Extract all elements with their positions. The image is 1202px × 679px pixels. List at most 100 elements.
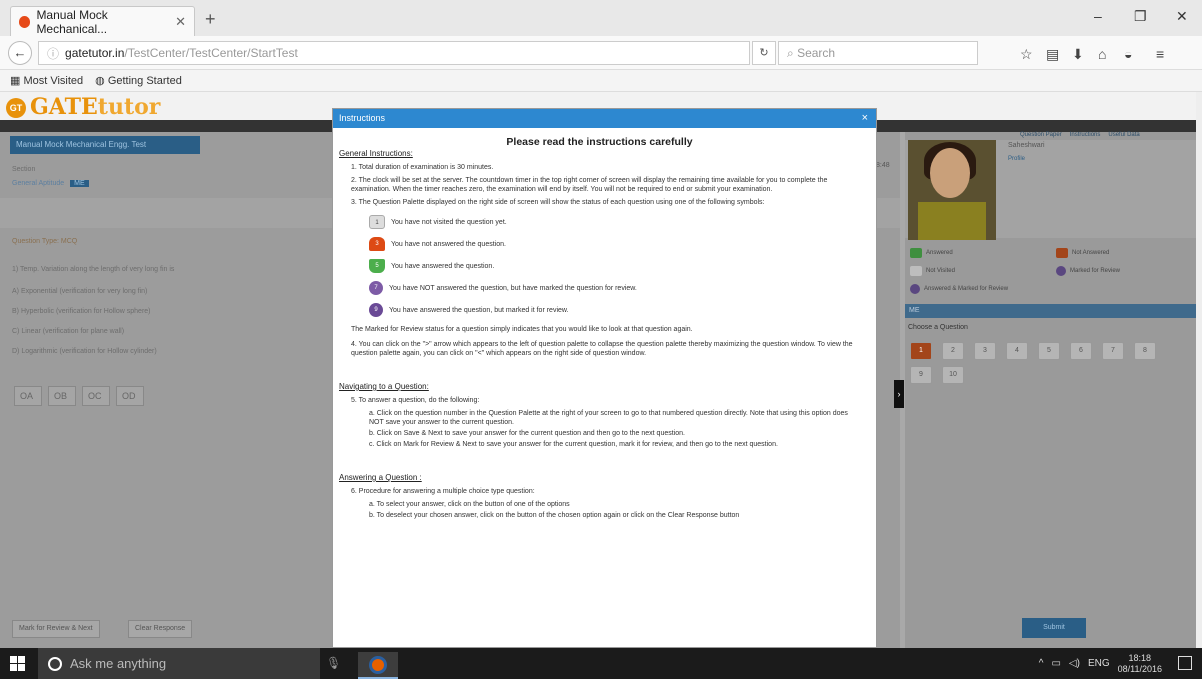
network-icon[interactable]: ▭ <box>1051 658 1060 669</box>
tab-close-icon[interactable]: ✕ <box>175 14 186 30</box>
option-a-button[interactable]: OA <box>14 386 42 406</box>
menu-icon[interactable]: ≡ <box>1156 46 1164 62</box>
instruction-5a: a. Click on the question number in the Q… <box>369 410 848 426</box>
page-scrollbar[interactable] <box>1196 92 1202 648</box>
legend-text: You have answered the question, but mark… <box>389 306 569 314</box>
answered-icon <box>910 248 922 258</box>
question-button-10[interactable]: 10 <box>942 366 964 384</box>
search-placeholder: Search <box>797 46 836 60</box>
marked-review-icon: 7 <box>369 281 383 295</box>
useful-data-link[interactable]: Useful Data <box>1108 132 1139 138</box>
question-button-3[interactable]: 3 <box>974 342 996 360</box>
instruction-5c: c. Click on Mark for Review & Next to sa… <box>369 441 778 448</box>
section-tab-me[interactable]: ME <box>70 180 89 187</box>
answered-icon: 5 <box>369 259 385 273</box>
marked-icon <box>1056 266 1066 276</box>
instruction-6b: b. To deselect your chosen answer, click… <box>369 512 740 519</box>
legend-row-not-answered: 3 You have not answered the question. <box>339 237 860 251</box>
review-note: The Marked for Review status for a quest… <box>351 326 693 333</box>
top-links: Question Paper Instructions Useful Data <box>1020 132 1140 138</box>
info-icon[interactable]: ⓘ <box>47 45 59 62</box>
question-button-9[interactable]: 9 <box>910 366 932 384</box>
question-button-8[interactable]: 8 <box>1134 342 1156 360</box>
windows-taskbar: Ask me anything 🎙 ^ ▭ ◁) ENG 18:18 08/11/… <box>0 648 1202 679</box>
clear-response-button[interactable]: Clear Response <box>128 620 193 638</box>
collapse-palette-arrow[interactable]: › <box>894 380 904 408</box>
modal-header-title: Instructions <box>339 113 386 123</box>
question-button-5[interactable]: 5 <box>1038 342 1060 360</box>
search-input[interactable]: ⌕ Search <box>778 41 978 65</box>
url-bar[interactable]: ⓘ gatetutor.in /TestCenter/TestCenter/St… <box>38 41 750 65</box>
window-close-icon[interactable]: ✕ <box>1176 8 1188 25</box>
option-b-text: B) Hyperbolic (verification for Hollow s… <box>12 308 151 315</box>
palette-legend: Answered Not Answered Not Visited Marked… <box>908 248 1196 304</box>
question-button-6[interactable]: 6 <box>1070 342 1092 360</box>
mark-review-next-button[interactable]: Mark for Review & Next <box>12 620 100 638</box>
instructions-modal: Instructions × Please read the instructi… <box>332 108 877 648</box>
question-button-7[interactable]: 7 <box>1102 342 1124 360</box>
instructions-link[interactable]: Instructions <box>1070 132 1101 138</box>
microphone-icon[interactable]: 🎙 <box>326 656 341 670</box>
logo-badge: GT <box>6 98 26 118</box>
section-tab-general-aptitude[interactable]: General Aptitude <box>12 180 64 187</box>
volume-icon[interactable]: ◁) <box>1069 658 1080 669</box>
tray-chevron-icon[interactable]: ^ <box>1039 658 1044 669</box>
home-icon[interactable]: ⌂ <box>1098 46 1106 62</box>
instruction-5b: b. Click on Save & Next to save your ans… <box>369 430 685 437</box>
cortana-placeholder: Ask me anything <box>70 656 167 671</box>
logo-main: GATE <box>30 94 98 120</box>
bookmark-label: Most Visited <box>23 75 84 87</box>
option-a-text: A) Exponential (verification for very lo… <box>12 288 148 295</box>
reader-icon[interactable]: ▤ <box>1046 46 1059 63</box>
legend-row-marked: 7 You have NOT answered the question, but… <box>339 281 860 295</box>
clock-time: 18:18 <box>1128 652 1152 663</box>
back-icon[interactable]: ← <box>8 41 32 65</box>
bookmark-label: Getting Started <box>107 75 182 87</box>
legend-label: Not Answered <box>1072 250 1110 256</box>
question-button-2[interactable]: 2 <box>942 342 964 360</box>
profile-link[interactable]: Profile <box>1008 156 1025 162</box>
question-paper-link[interactable]: Question Paper <box>1020 132 1062 138</box>
pocket-icon[interactable]: ◒ <box>1124 46 1132 62</box>
option-d-button[interactable]: OD <box>116 386 144 406</box>
logo-sub: tutor <box>97 94 161 120</box>
maximize-icon[interactable]: ❐ <box>1134 8 1147 25</box>
new-tab-icon[interactable]: + <box>205 9 216 30</box>
test-title-tab[interactable]: Manual Mock Mechanical Engg. Test <box>10 136 200 154</box>
modal-close-icon[interactable]: × <box>862 109 868 128</box>
cortana-icon <box>48 656 62 671</box>
bookmark-most-visited[interactable]: ▦ Most Visited <box>10 74 83 87</box>
firefox-taskbar-button[interactable] <box>358 652 398 679</box>
windows-start-icon[interactable] <box>10 656 26 672</box>
clock[interactable]: 18:18 08/11/2016 <box>1118 653 1162 675</box>
bookmarks-bar: ▦ Most Visited ◍ Getting Started <box>0 70 1202 92</box>
not-answered-icon <box>1056 248 1068 258</box>
option-letter: C <box>95 391 102 401</box>
download-icon[interactable]: ⬇ <box>1072 46 1084 63</box>
minimize-icon[interactable]: – <box>1094 8 1102 24</box>
language-indicator[interactable]: ENG <box>1088 658 1110 669</box>
system-tray: ^ ▭ ◁) ENG 18:18 08/11/2016 <box>1039 648 1162 679</box>
question-type: Question Type: MCQ <box>12 238 78 245</box>
option-c-button[interactable]: OC <box>82 386 110 406</box>
legend-text: You have not answered the question. <box>391 240 506 248</box>
url-path: /TestCenter/TestCenter/StartTest <box>124 46 298 60</box>
cortana-search-box[interactable]: Ask me anything <box>38 648 320 679</box>
bookmark-getting-started[interactable]: ◍ Getting Started <box>95 74 182 87</box>
not-visited-icon <box>910 266 922 276</box>
legend-text: You have not visited the question yet. <box>391 218 507 226</box>
submit-button[interactable]: Submit <box>1022 618 1086 638</box>
option-b-button[interactable]: OB <box>48 386 76 406</box>
legend-not-answered: Not Answered <box>1056 248 1109 258</box>
choose-question-label: Choose a Question <box>908 324 968 331</box>
notification-icon[interactable] <box>1178 656 1192 670</box>
candidate-name: Saheshwari <box>1008 142 1045 149</box>
clock-date: 08/11/2016 <box>1117 663 1162 674</box>
bookmark-star-icon[interactable]: ☆ <box>1020 46 1033 63</box>
reload-icon[interactable]: ↻ <box>752 41 776 65</box>
question-button-1[interactable]: 1 <box>910 342 932 360</box>
browser-tab[interactable]: Manual Mock Mechanical... ✕ <box>10 6 195 36</box>
legend-label: Marked for Review <box>1070 268 1121 274</box>
question-button-4[interactable]: 4 <box>1006 342 1028 360</box>
tab-title: Manual Mock Mechanical... <box>36 7 108 36</box>
